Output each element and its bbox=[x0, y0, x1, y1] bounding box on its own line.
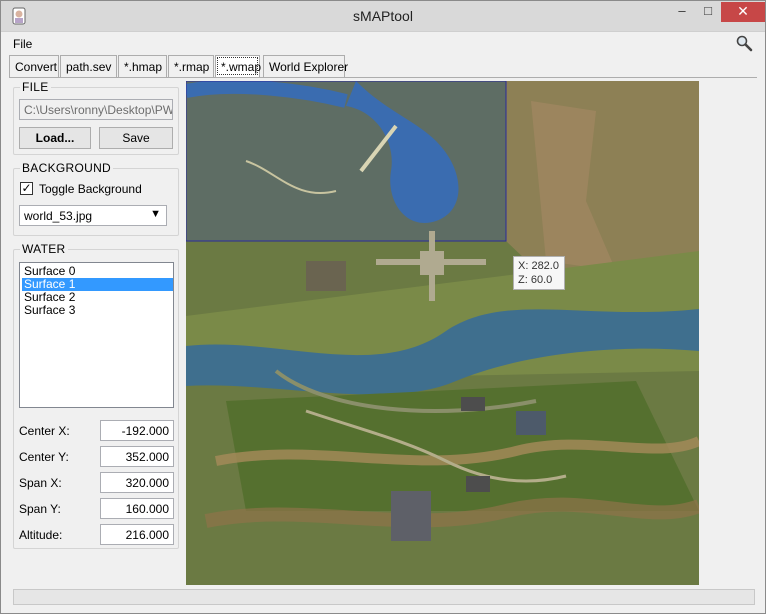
maximize-button[interactable]: □ bbox=[695, 2, 721, 22]
surface-item[interactable]: Surface 3 bbox=[22, 304, 173, 317]
file-group-title: FILE bbox=[20, 80, 51, 94]
search-icon[interactable] bbox=[735, 34, 753, 52]
center-x-label: Center X: bbox=[19, 424, 70, 438]
tooltip-z: Z: 60.0 bbox=[518, 274, 553, 286]
tab-divider bbox=[9, 77, 757, 78]
load-button[interactable]: Load... bbox=[19, 127, 91, 149]
window-title: sMAPtool bbox=[353, 8, 413, 24]
surface-listbox[interactable]: Surface 0 Surface 1 Surface 2 Surface 3 bbox=[19, 262, 174, 408]
close-button[interactable]: ✕ bbox=[721, 2, 765, 22]
toggle-background-label: Toggle Background bbox=[39, 182, 142, 196]
world-map-image bbox=[186, 81, 699, 585]
menu-file[interactable]: File bbox=[13, 37, 32, 51]
file-path-field[interactable]: C:\Users\ronny\Desktop\PWS bbox=[19, 99, 173, 120]
altitude-input[interactable]: 216.000 bbox=[100, 524, 174, 545]
tab-path-sev[interactable]: path.sev bbox=[60, 55, 117, 77]
tab-rmap[interactable]: *.rmap bbox=[168, 55, 214, 77]
center-x-input[interactable]: -192.000 bbox=[100, 420, 174, 441]
minimize-button[interactable]: – bbox=[669, 2, 695, 22]
center-y-label: Center Y: bbox=[19, 450, 69, 464]
altitude-label: Altitude: bbox=[19, 528, 63, 542]
center-y-input[interactable]: 352.000 bbox=[100, 446, 174, 467]
tooltip-x: X: 282.0 bbox=[518, 260, 559, 272]
app-window: sMAPtool – □ ✕ File Convert path.sev *.h… bbox=[0, 0, 766, 614]
background-image-value: world_53.jpg bbox=[24, 209, 93, 223]
title-bar: sMAPtool – □ ✕ bbox=[1, 1, 765, 32]
tab-world-explorer[interactable]: World Explorer bbox=[263, 55, 348, 77]
tab-convert[interactable]: Convert bbox=[9, 55, 59, 77]
span-y-input[interactable]: 160.000 bbox=[100, 498, 174, 519]
save-button[interactable]: Save bbox=[99, 127, 173, 149]
tab-hmap[interactable]: *.hmap bbox=[118, 55, 167, 77]
background-image-select[interactable]: world_53.jpg ▼ bbox=[19, 205, 167, 226]
coordinate-tooltip: X: 282.0 Z: 60.0 bbox=[513, 256, 565, 290]
span-x-input[interactable]: 320.000 bbox=[100, 472, 174, 493]
menu-bar: File bbox=[1, 33, 765, 53]
background-group-title: BACKGROUND bbox=[20, 161, 114, 175]
chevron-down-icon: ▼ bbox=[150, 208, 161, 220]
tab-wmap[interactable]: *.wmap bbox=[215, 55, 261, 77]
world-map-canvas[interactable] bbox=[186, 81, 699, 585]
water-group-title: WATER bbox=[20, 242, 68, 256]
status-bar bbox=[13, 589, 755, 605]
span-y-label: Span Y: bbox=[19, 502, 61, 516]
toggle-background-checkbox[interactable]: ✓ bbox=[20, 182, 33, 195]
span-x-label: Span X: bbox=[19, 476, 62, 490]
